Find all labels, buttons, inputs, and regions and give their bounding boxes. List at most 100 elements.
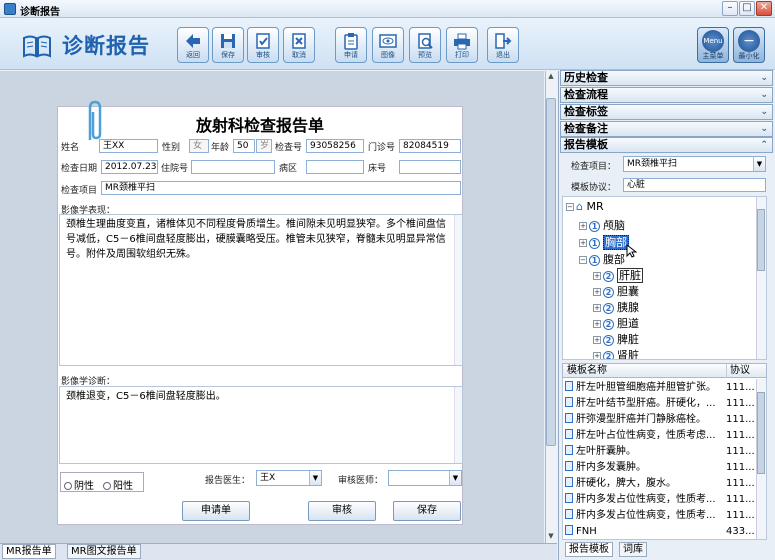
back-button[interactable]: 返回: [177, 27, 209, 63]
report-scroll-thumb[interactable]: [546, 98, 556, 446]
main-menu-button[interactable]: Menu 主菜单: [697, 27, 729, 63]
tree-node-bile-duct[interactable]: +2 胆道: [593, 315, 639, 331]
patient-name-field[interactable]: 王XX: [99, 139, 158, 153]
tree-node-gallbladder[interactable]: +2 胆囊: [593, 283, 639, 299]
outpatient-no-field[interactable]: 82084519: [399, 139, 461, 153]
list-item[interactable]: 肝左叶胆管细胞癌并胆管扩张。 111...: [565, 379, 766, 396]
section-notes[interactable]: 检查备注 ⌄: [560, 121, 773, 137]
audit-doctor-select[interactable]: ▼: [388, 470, 462, 486]
exam-no-label: 检查号: [275, 143, 303, 153]
magnifier-icon: [418, 33, 433, 49]
tab-lexicon[interactable]: 词库: [619, 542, 647, 557]
document-icon: [565, 429, 573, 439]
report-doctor-label: 报告医生：: [205, 476, 251, 486]
radio-circle-icon: [64, 482, 72, 490]
tab-mr-report[interactable]: MR报告单: [2, 544, 56, 559]
home-icon: ⌂: [576, 200, 583, 213]
report-doctor-select[interactable]: 王X ▼: [256, 470, 322, 486]
list-item[interactable]: FNH 433...: [565, 523, 766, 539]
exam-date-label: 检查日期: [61, 164, 98, 174]
tree-scroll-thumb[interactable]: [757, 209, 765, 271]
scroll-up-arrow-icon[interactable]: ▲: [546, 72, 556, 80]
list-scroll-thumb[interactable]: [757, 392, 765, 474]
audit-button[interactable]: 审核: [247, 27, 279, 63]
expand-icon[interactable]: +: [593, 272, 601, 280]
col-protocol[interactable]: 协议: [726, 364, 750, 377]
section-templates[interactable]: 报告模板 ⌃: [560, 137, 773, 153]
ward-field[interactable]: [306, 160, 364, 174]
save-form-button[interactable]: 保存: [393, 501, 461, 521]
document-icon: [565, 461, 573, 471]
tree-node-pancreas[interactable]: +2 胰腺: [593, 299, 639, 315]
positive-radio[interactable]: 阳性: [103, 477, 133, 492]
list-item[interactable]: 左叶肝囊肿。 111...: [565, 443, 766, 460]
list-item[interactable]: 肝内多发占位性病变，性质考... 111...: [565, 507, 766, 524]
minimize-app-button[interactable]: − 最小化: [733, 27, 765, 63]
tree-node-kidney[interactable]: +2 肾脏: [593, 347, 639, 359]
expand-icon[interactable]: +: [593, 304, 601, 312]
audit-form-button[interactable]: 审核: [308, 501, 376, 521]
findings-textarea[interactable]: 颈椎生理曲度变直，诸椎体见不同程度骨质增生。椎间隙未见明显狭窄。多个椎间盘信号减…: [59, 214, 463, 366]
diagnosis-scrollbar[interactable]: [454, 387, 462, 463]
list-item[interactable]: 肝内多发占位性病变，性质考... 111...: [565, 491, 766, 508]
list-item[interactable]: 肝弥漫型肝癌并门静脉癌栓。 111...: [565, 411, 766, 428]
save-label: 保存: [221, 51, 235, 59]
template-exam-item-select[interactable]: MR颈椎平扫 ▼: [623, 156, 766, 172]
bed-field[interactable]: [399, 160, 461, 174]
print-button[interactable]: 打印: [446, 27, 478, 63]
exit-button[interactable]: 退出: [487, 27, 519, 63]
request-button[interactable]: 申请: [335, 27, 367, 63]
age-field[interactable]: 50: [233, 139, 255, 153]
section-history[interactable]: 历史检查 ⌄: [560, 70, 773, 86]
inpatient-no-field[interactable]: [191, 160, 275, 174]
exam-item-field[interactable]: MR颈椎平扫: [101, 181, 461, 195]
window-maximize-button[interactable]: □: [739, 1, 755, 16]
cancel-button[interactable]: 取消: [283, 27, 315, 63]
save-button[interactable]: 保存: [212, 27, 244, 63]
findings-scrollbar[interactable]: [454, 215, 462, 365]
chevron-down-icon: ⌄: [760, 124, 768, 134]
preview-button[interactable]: 预览: [409, 27, 441, 63]
expand-icon[interactable]: +: [593, 320, 601, 328]
tree-node-head[interactable]: +1 颅脑: [579, 217, 625, 233]
tab-mr-image-report[interactable]: MR图文报告单: [67, 544, 141, 559]
tree-node-chest[interactable]: +1 胸部: [579, 234, 629, 250]
tab-report-templates[interactable]: 报告模板: [565, 542, 613, 557]
exam-no-field[interactable]: 93058256: [306, 139, 364, 153]
expand-icon[interactable]: +: [593, 352, 601, 359]
col-template-name[interactable]: 模板名称: [567, 364, 607, 377]
expand-icon[interactable]: +: [593, 288, 601, 296]
gender-field[interactable]: 女: [189, 139, 209, 153]
request-form-button[interactable]: 申请单: [182, 501, 250, 521]
list-item[interactable]: 肝左叶结节型肝癌。肝硬化，... 111...: [565, 395, 766, 412]
level-badge-icon: 2: [603, 287, 614, 298]
scroll-down-arrow-icon[interactable]: ▼: [546, 532, 556, 540]
window-minimize-button[interactable]: –: [722, 1, 738, 16]
window-close-button[interactable]: ✕: [756, 1, 772, 16]
tree-node-spleen[interactable]: +2 脾脏: [593, 331, 639, 347]
exam-date-field[interactable]: 2012.07.23: [101, 160, 158, 174]
tree-node-abdomen[interactable]: −1 腹部: [579, 251, 625, 267]
list-item[interactable]: 肝硬化，脾大，腹水。 111...: [565, 475, 766, 492]
collapse-icon[interactable]: −: [566, 203, 574, 211]
main-menu-label: 主菜单: [702, 52, 724, 60]
list-item[interactable]: 肝内多发囊肿。 111...: [565, 459, 766, 476]
list-item[interactable]: 肝左叶占位性病变，性质考虑... 111...: [565, 427, 766, 444]
tree-node-root[interactable]: − ⌂ MR: [566, 200, 604, 213]
negative-radio[interactable]: 阴性: [64, 477, 94, 492]
tree-node-liver[interactable]: +2 肝脏: [593, 267, 643, 283]
collapse-icon[interactable]: −: [579, 256, 587, 264]
age-unit-field[interactable]: 岁: [256, 139, 272, 153]
expand-icon[interactable]: +: [579, 222, 587, 230]
section-tags[interactable]: 检查标签 ⌄: [560, 104, 773, 120]
document-icon: [565, 525, 573, 535]
document-x-icon: [292, 33, 306, 49]
expand-icon[interactable]: +: [593, 336, 601, 344]
image-button[interactable]: 图像: [372, 27, 404, 63]
level-badge-icon: 2: [603, 319, 614, 330]
level-badge-icon: 2: [603, 351, 614, 359]
template-protocol-field[interactable]: 心脏: [623, 178, 766, 192]
diagnosis-textarea[interactable]: 颈椎退变，C5－6椎间盘轻度膨出。: [59, 386, 463, 464]
section-workflow[interactable]: 检查流程 ⌄: [560, 87, 773, 103]
expand-icon[interactable]: +: [579, 239, 587, 247]
